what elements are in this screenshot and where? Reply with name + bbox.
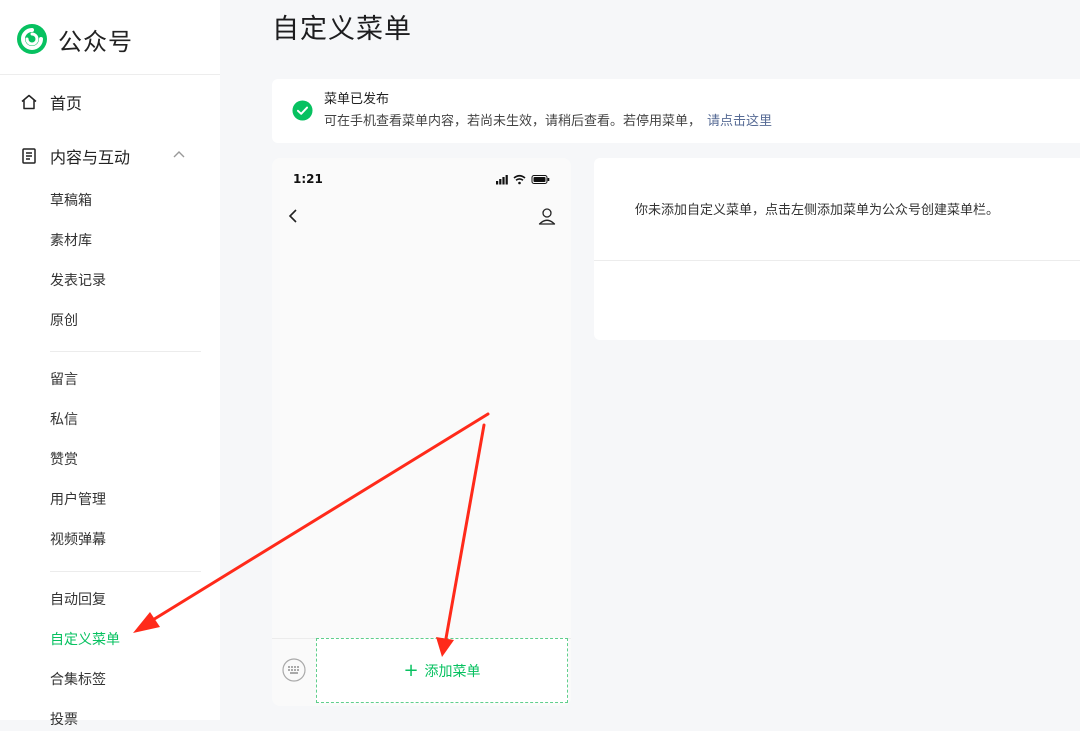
sidebar-item-user-management[interactable]: 用户管理 bbox=[50, 489, 106, 511]
sidebar-item-vote[interactable]: 投票 bbox=[50, 709, 78, 731]
chevron-up-icon[interactable] bbox=[172, 148, 186, 162]
publish-notice: 菜单已发布 可在手机查看菜单内容，若尚未生效，请稍后查看。若停用菜单， 请点击这里 bbox=[272, 79, 1080, 143]
wechat-official-account-logo-icon bbox=[17, 24, 47, 54]
sidebar-item-collection-tags[interactable]: 合集标签 bbox=[50, 669, 106, 691]
person-icon[interactable] bbox=[538, 207, 556, 225]
sidebar: 公众号 首页 内容与互动 草稿箱 素材库 发表记录 原创 留言 私信 赞赏 用户… bbox=[0, 0, 220, 728]
home-icon bbox=[21, 94, 37, 110]
sidebar-divider bbox=[50, 571, 201, 572]
battery-icon bbox=[531, 175, 550, 184]
sidebar-item-materials[interactable]: 素材库 bbox=[50, 230, 92, 252]
sidebar-item-original[interactable]: 原创 bbox=[50, 310, 78, 332]
add-menu-button[interactable]: + 添加菜单 bbox=[316, 638, 568, 703]
sidebar-item-auto-reply[interactable]: 自动回复 bbox=[50, 589, 106, 611]
sidebar-item-custom-menu[interactable]: 自定义菜单 bbox=[50, 629, 120, 651]
notice-text: 可在手机查看菜单内容，若尚未生效，请稍后查看。若停用菜单， bbox=[324, 114, 702, 129]
sidebar-item-label: 内容与互动 bbox=[50, 148, 131, 167]
success-check-icon bbox=[292, 100, 313, 121]
sidebar-item-rewards[interactable]: 赞赏 bbox=[50, 449, 78, 471]
document-icon bbox=[22, 148, 36, 164]
sidebar-item-comments[interactable]: 留言 bbox=[50, 369, 78, 391]
sidebar-divider bbox=[0, 74, 220, 75]
info-divider bbox=[594, 260, 1080, 261]
add-menu-label: 添加菜单 bbox=[424, 663, 481, 680]
sidebar-item-publish-history[interactable]: 发表记录 bbox=[50, 270, 106, 292]
notice-disable-link[interactable]: 请点击这里 bbox=[707, 114, 772, 129]
sidebar-item-label: 首页 bbox=[50, 94, 83, 113]
sidebar-item-home[interactable]: 首页 bbox=[20, 90, 82, 114]
page-title: 自定义菜单 bbox=[272, 14, 412, 45]
phone-preview: 1:21 + 添加菜单 bbox=[272, 158, 571, 706]
wifi-icon bbox=[513, 174, 526, 185]
sidebar-item-messages[interactable]: 私信 bbox=[50, 409, 78, 431]
phone-status-time: 1:21 bbox=[293, 172, 323, 186]
sidebar-item-video-danmaku[interactable]: 视频弹幕 bbox=[50, 529, 106, 551]
sidebar-divider bbox=[50, 351, 201, 352]
brand[interactable]: 公众号 bbox=[16, 22, 133, 56]
info-message: 你未添加自定义菜单，点击左侧添加菜单为公众号创建菜单栏。 bbox=[635, 203, 1000, 218]
phone-status-icons bbox=[496, 174, 550, 185]
sidebar-item-drafts[interactable]: 草稿箱 bbox=[50, 190, 92, 212]
menu-info-panel: 你未添加自定义菜单，点击左侧添加菜单为公众号创建菜单栏。 bbox=[594, 158, 1080, 340]
plus-icon: + bbox=[403, 659, 419, 681]
keyboard-icon[interactable] bbox=[282, 658, 306, 682]
brand-name: 公众号 bbox=[58, 27, 133, 56]
sidebar-item-content-interaction[interactable]: 内容与互动 bbox=[20, 144, 130, 168]
notice-description: 可在手机查看菜单内容，若尚未生效，请稍后查看。若停用菜单， 请点击这里 bbox=[324, 112, 772, 132]
chevron-left-icon[interactable] bbox=[286, 208, 300, 224]
signal-icon bbox=[496, 175, 508, 185]
notice-title: 菜单已发布 bbox=[324, 92, 390, 107]
